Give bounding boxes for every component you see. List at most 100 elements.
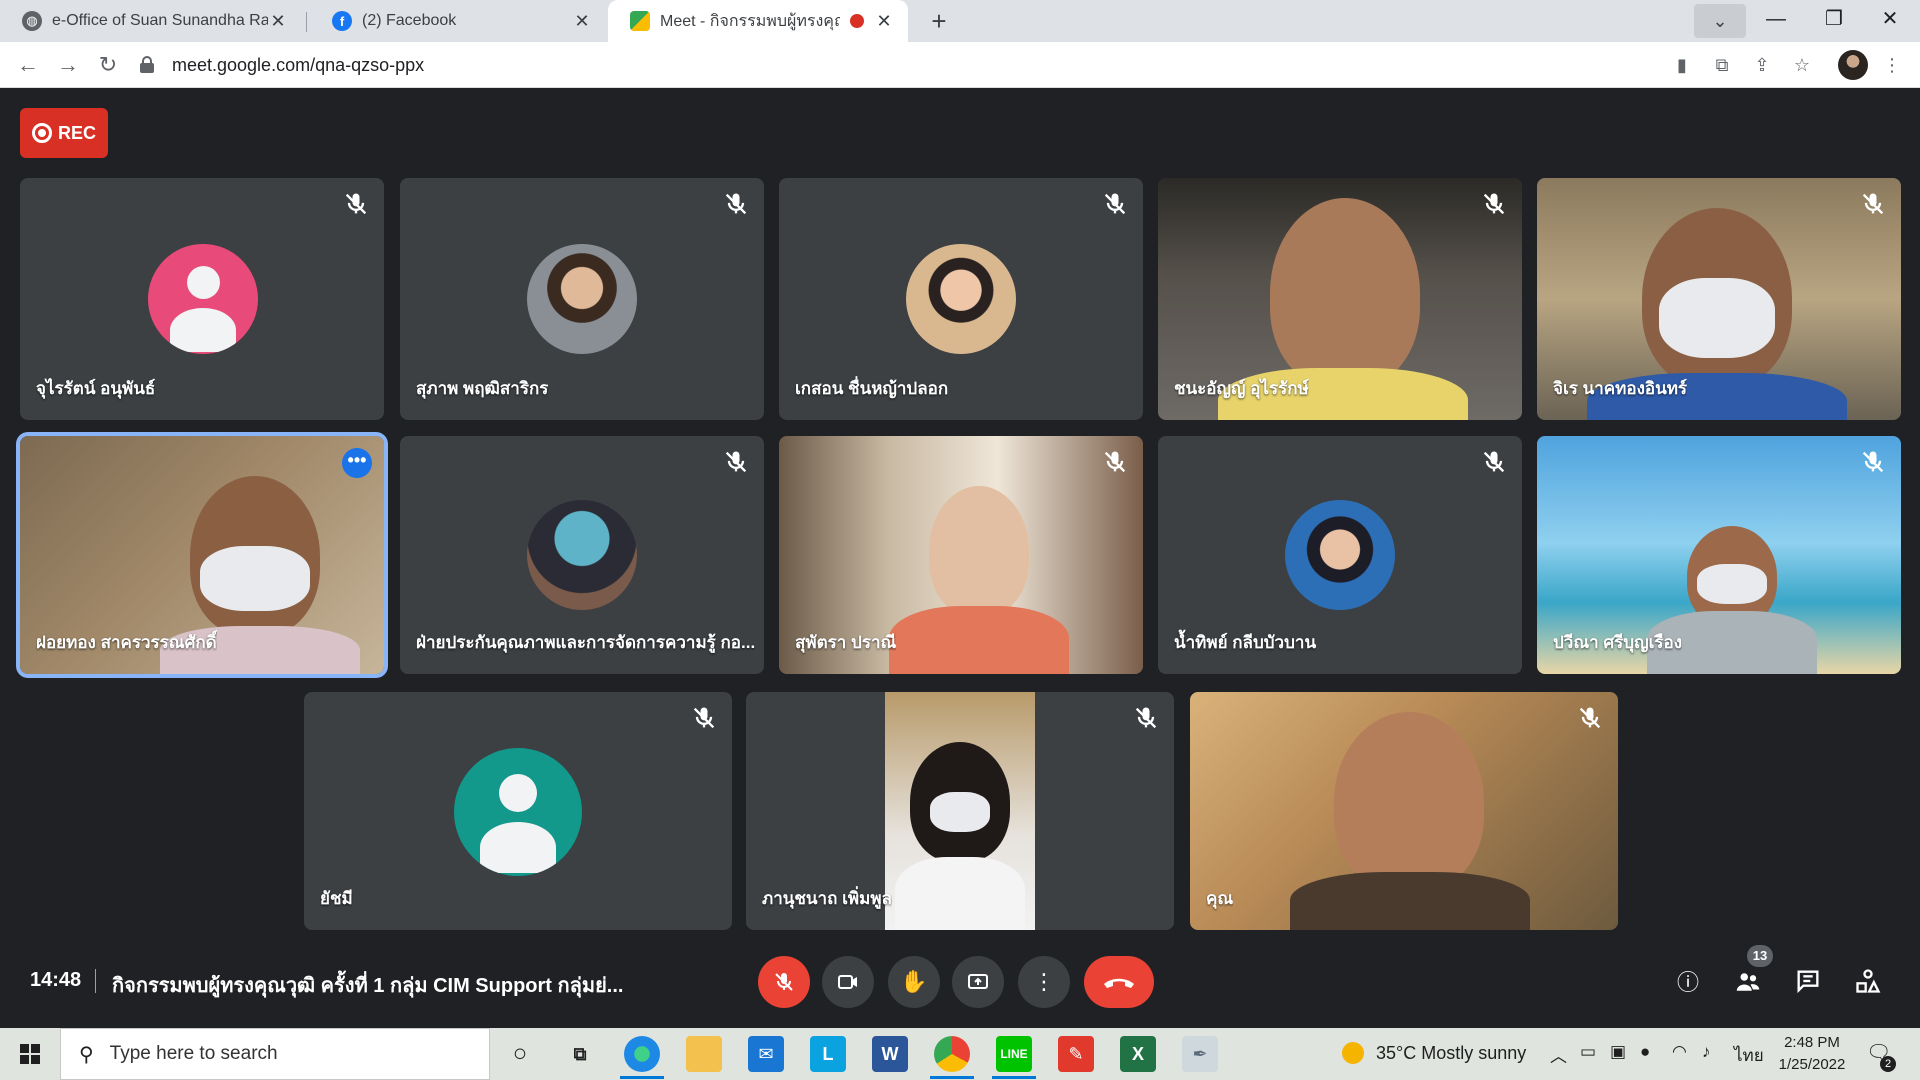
- taskbar-clock[interactable]: 2:48 PM 1/25/2022: [1768, 1032, 1856, 1076]
- participant-photo-avatar: [527, 500, 637, 610]
- chrome-icon[interactable]: [934, 1036, 970, 1072]
- more-options-button[interactable]: •••: [342, 448, 372, 478]
- participant-name: สุภาพ พฤฒิสาริกร: [416, 379, 549, 398]
- tab-close-button[interactable]: ✕: [268, 11, 288, 32]
- restore-icon[interactable]: ❐: [1806, 0, 1862, 40]
- raise-hand-button[interactable]: ✋: [888, 956, 940, 1008]
- divider: [95, 969, 96, 993]
- recording-badge: REC: [20, 108, 108, 158]
- back-arrow-icon[interactable]: ←: [12, 49, 44, 81]
- camera-toggle-button[interactable]: [822, 956, 874, 1008]
- browser-menu-icon[interactable]: ⋮: [1878, 51, 1906, 79]
- reload-icon[interactable]: ↻: [92, 49, 124, 81]
- participant-tile[interactable]: สุพัตรา ปราณี: [779, 436, 1143, 674]
- profile-avatar[interactable]: [1838, 50, 1868, 80]
- participant-tile[interactable]: จิเร นาคทองอินทร์: [1537, 178, 1901, 420]
- clock-time: 2:48 PM: [1784, 1034, 1840, 1051]
- google-meet-icon: [630, 11, 650, 31]
- task-view-icon[interactable]: ⧉: [562, 1036, 598, 1072]
- mic-off-icon: [345, 193, 367, 215]
- l-app-icon[interactable]: L: [810, 1036, 846, 1072]
- forward-arrow-icon[interactable]: →: [52, 49, 84, 81]
- mic-off-icon: [1483, 451, 1505, 473]
- participant-tile[interactable]: ยัชมี: [304, 692, 732, 930]
- line-icon[interactable]: LINE: [996, 1036, 1032, 1072]
- participant-name: คุณ: [1206, 889, 1234, 908]
- people-icon[interactable]: [1732, 967, 1764, 999]
- participant-name: ยัชมี: [320, 889, 353, 908]
- meeting-clock: 14:48: [30, 969, 82, 991]
- edge-icon[interactable]: [624, 1036, 660, 1072]
- tab-title: (2) Facebook: [362, 12, 457, 29]
- meeting-controls-bar: 14:48 กิจกรรมพบผู้ทรงคุณวุฒิ ครั้งที่ 1 …: [0, 945, 1920, 1025]
- tab-close-button[interactable]: ✕: [572, 11, 592, 32]
- mic-off-icon: [1135, 707, 1157, 729]
- chat-icon[interactable]: [1792, 967, 1824, 999]
- acrobat-icon[interactable]: ✎: [1058, 1036, 1094, 1072]
- participant-tile-self[interactable]: คุณ: [1190, 692, 1618, 930]
- translate-icon[interactable]: ⧉: [1708, 51, 1736, 79]
- minimize-icon[interactable]: —: [1748, 0, 1804, 40]
- tray-chevron-up-icon[interactable]: ︿: [1550, 1042, 1567, 1067]
- file-explorer-icon[interactable]: [686, 1036, 722, 1072]
- tab-divider: [306, 12, 307, 32]
- word-icon[interactable]: W: [872, 1036, 908, 1072]
- wifi-icon[interactable]: ◠: [1672, 1042, 1687, 1062]
- url-text: meet.google.com/qna-qzso-ppx: [172, 54, 425, 75]
- participant-name: จุไรรัตน์ อนุพันธ์: [36, 379, 156, 398]
- mic-toggle-button[interactable]: [758, 956, 810, 1008]
- battery-icon[interactable]: ▭: [1580, 1042, 1596, 1062]
- browser-tab-bar: ◍ e-Office of Suan Sunandha Rajab ✕ f (2…: [0, 0, 1920, 42]
- participant-tile[interactable]: สุภาพ พฤฒิสาริกร: [400, 178, 764, 420]
- notification-count-badge: 2: [1880, 1056, 1896, 1072]
- participant-name: ฝ่ายประกันคุณภาพและการจัดการความรู้ กอ..…: [416, 633, 756, 652]
- new-tab-button[interactable]: +: [922, 4, 956, 38]
- hang-up-phone-icon: [1104, 978, 1134, 988]
- camera-in-use-icon[interactable]: ▮: [1668, 51, 1696, 79]
- participant-count-badge: 13: [1747, 945, 1773, 967]
- participant-tile[interactable]: ชนะอัญญ์ อุไรรักษ์: [1158, 178, 1522, 420]
- tab-facebook[interactable]: f (2) Facebook ✕: [310, 0, 606, 42]
- tab-meet[interactable]: Meet - กิจกรรมพบผู้ทรงคุณวุฒิ ✕: [608, 0, 908, 42]
- participant-tile[interactable]: ปวีณา ศรีบุญเรือง: [1537, 436, 1901, 674]
- excel-icon[interactable]: X: [1120, 1036, 1156, 1072]
- volume-icon[interactable]: ♪: [1702, 1042, 1711, 1062]
- address-bar[interactable]: meet.google.com/qna-qzso-ppx: [140, 48, 1660, 82]
- participant-name: จิเร นาคทองอินทร์: [1553, 379, 1688, 398]
- mic-off-icon: [1104, 193, 1126, 215]
- tab-search-chevron-icon[interactable]: ⌄: [1694, 4, 1746, 38]
- more-options-button[interactable]: ⋮: [1018, 956, 1070, 1008]
- participant-tile[interactable]: จุไรรัตน์ อนุพันธ์: [20, 178, 384, 420]
- meeting-details-info-icon[interactable]: ⓘ: [1672, 967, 1704, 999]
- mail-icon[interactable]: ✉: [748, 1036, 784, 1072]
- participant-video: [885, 692, 1035, 930]
- start-button[interactable]: [0, 1028, 60, 1080]
- participant-tile[interactable]: เกสอน ชื่นหญ้าปลอก: [779, 178, 1143, 420]
- microphone-icon[interactable]: ●: [1640, 1042, 1650, 1062]
- mic-off-icon: [725, 451, 747, 473]
- present-screen-button[interactable]: [952, 956, 1004, 1008]
- participant-name: น้ำทิพย์ กลีบบัวบาน: [1174, 633, 1317, 652]
- bookmark-star-icon[interactable]: ☆: [1788, 51, 1816, 79]
- participant-tile-active-speaker[interactable]: ••• ฝอยทอง สาครวรรณศักดิ์: [20, 436, 384, 674]
- pen-tool-icon[interactable]: ✒: [1182, 1036, 1218, 1072]
- tab-e-office[interactable]: ◍ e-Office of Suan Sunandha Rajab ✕: [0, 0, 302, 42]
- input-language[interactable]: ไทย: [1734, 1042, 1764, 1069]
- participant-tile[interactable]: น้ำทิพย์ กลีบบัวบาน: [1158, 436, 1522, 674]
- mic-off-icon: [1483, 193, 1505, 215]
- tab-close-button[interactable]: ✕: [874, 11, 894, 32]
- cortana-icon[interactable]: ○: [502, 1036, 538, 1072]
- search-icon: ⚲: [79, 1043, 94, 1066]
- participant-name: ปวีณา ศรีบุญเรือง: [1553, 633, 1683, 652]
- chat-bubble-icon: [1797, 970, 1819, 994]
- share-icon[interactable]: ⇪: [1748, 51, 1776, 79]
- participant-tile[interactable]: ภานุชนาถ เพิ่มพูล: [746, 692, 1174, 930]
- end-call-button[interactable]: [1084, 956, 1154, 1008]
- weather-widget[interactable]: 35°C Mostly sunny: [1342, 1042, 1526, 1064]
- windows-taskbar: ⚲ Type here to search ○ ⧉ ✉ L W LINE ✎ X…: [0, 1028, 1920, 1080]
- activities-icon[interactable]: [1852, 967, 1884, 999]
- taskbar-search-box[interactable]: ⚲ Type here to search: [60, 1028, 490, 1080]
- device-icon[interactable]: ▣: [1610, 1042, 1626, 1062]
- participant-tile[interactable]: ฝ่ายประกันคุณภาพและการจัดการความรู้ กอ..…: [400, 436, 764, 674]
- window-close-icon[interactable]: ✕: [1862, 0, 1918, 40]
